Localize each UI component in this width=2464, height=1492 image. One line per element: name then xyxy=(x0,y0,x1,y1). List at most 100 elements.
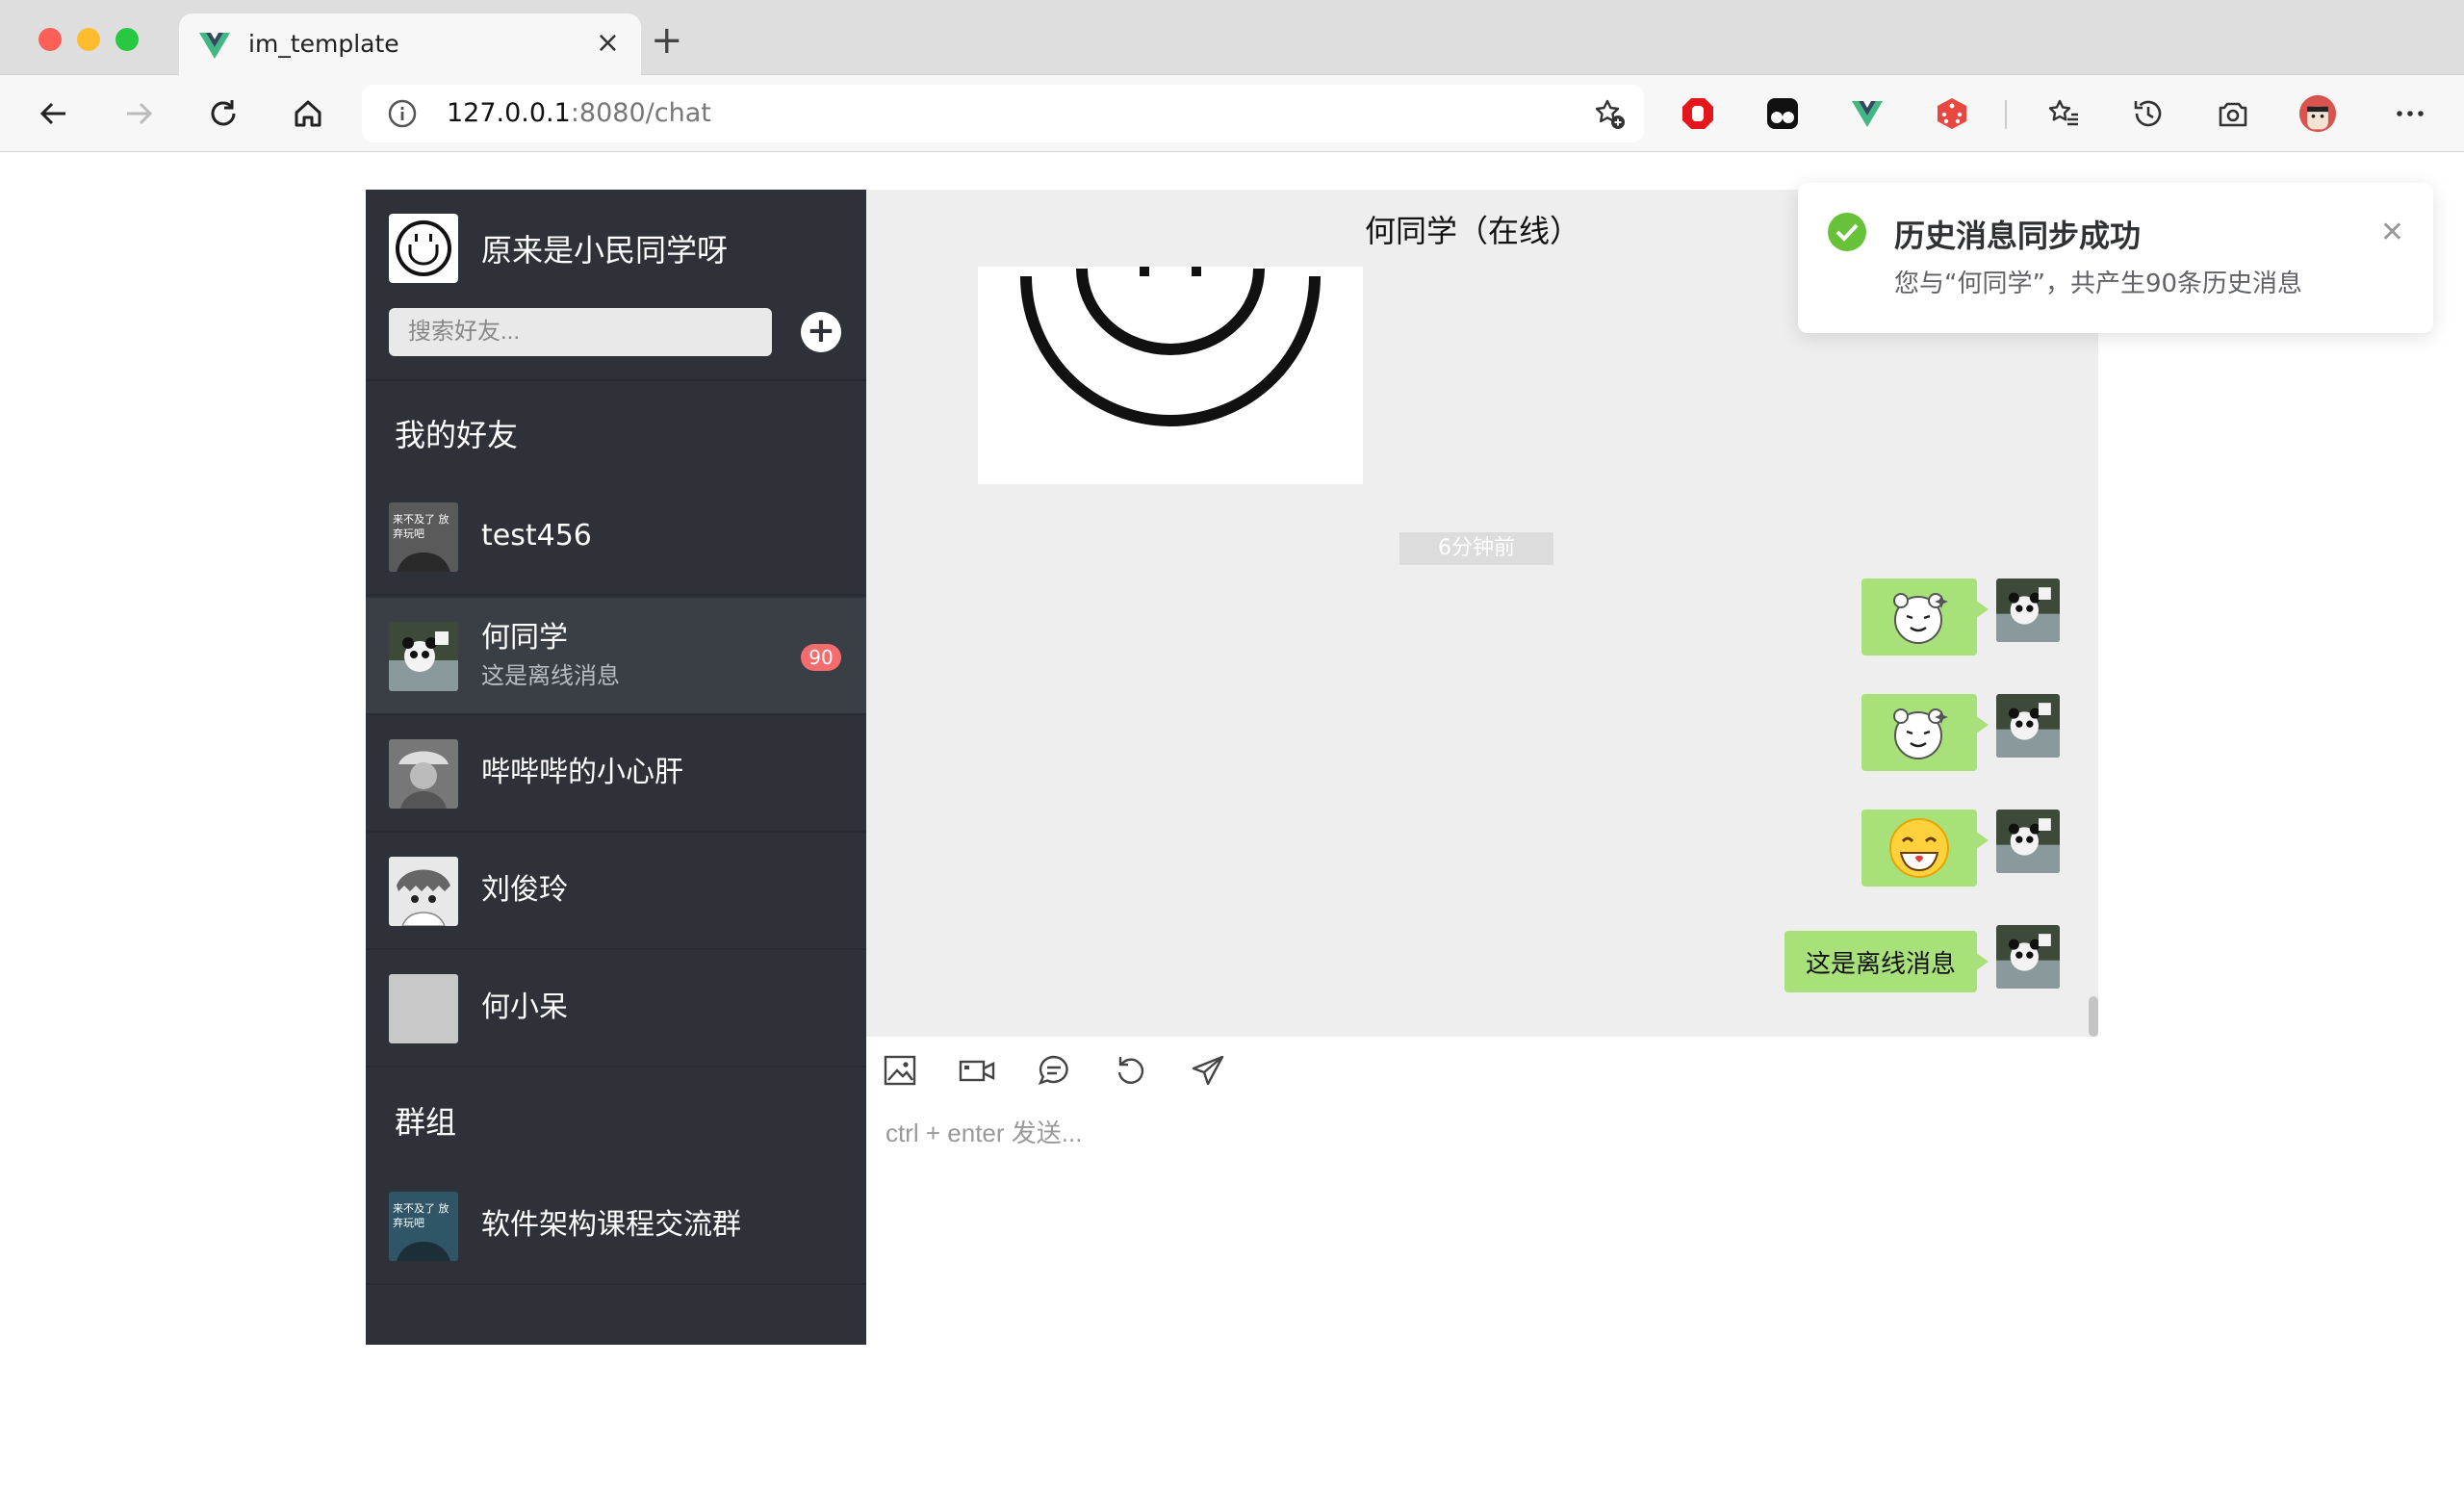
notification-message: 您与“何同学”，共产生90条历史消息 xyxy=(1894,270,2303,298)
vue-logo-icon xyxy=(199,33,230,59)
message-row xyxy=(1810,810,2060,887)
home-button[interactable] xyxy=(285,90,331,137)
toolbar-separator xyxy=(2005,100,2007,129)
send-image-button[interactable] xyxy=(876,1046,924,1094)
emoji-message[interactable] xyxy=(1861,810,1989,887)
sender-avatar[interactable] xyxy=(1996,579,2060,642)
opera-avatar-icon xyxy=(389,739,458,809)
friend-avatar: 来不及了 放弃玩吧 xyxy=(389,502,458,572)
maximize-window-button[interactable] xyxy=(116,28,139,51)
user-avatar[interactable] xyxy=(389,214,458,283)
browser-toolbar: 127.0.0.1:8080/chat xyxy=(0,75,2464,152)
friend-name: 何小呆 xyxy=(481,990,568,1024)
add-friend-button[interactable]: + xyxy=(801,312,841,352)
tampermonkey-icon xyxy=(1767,98,1798,129)
new-tab-button[interactable]: + xyxy=(651,21,683,60)
close-window-button[interactable] xyxy=(38,28,62,51)
vue-icon xyxy=(1852,101,1883,127)
history-icon xyxy=(2134,100,2162,127)
panda-avatar-icon xyxy=(1996,925,2060,989)
sticker-message[interactable] xyxy=(1861,579,1989,656)
send-button[interactable] xyxy=(1184,1046,1232,1094)
reload-button[interactable] xyxy=(200,90,246,137)
collections-icon xyxy=(2219,102,2247,127)
message-row xyxy=(1810,579,2060,656)
address-url: 127.0.0.1:8080/chat xyxy=(447,98,711,129)
history-button[interactable] xyxy=(2129,94,2168,133)
friend-name: 哔哔哔的小心肝 xyxy=(481,756,683,789)
history-refresh-button[interactable] xyxy=(1107,1046,1155,1094)
image-message[interactable] xyxy=(978,267,1363,484)
sender-avatar[interactable] xyxy=(1996,925,2060,989)
tampermonkey-extension-icon[interactable] xyxy=(1763,94,1802,133)
groups-section-title: 群组 xyxy=(395,1104,457,1141)
dice-extension-icon[interactable] xyxy=(1933,94,1971,133)
divider xyxy=(366,379,866,381)
friend-item[interactable]: 何小呆 xyxy=(366,950,866,1068)
chat-app: 原来是小民同学呀 + 我的好友 来不及了 放弃玩吧 test456 何同学 这是… xyxy=(366,190,2098,1345)
close-tab-icon[interactable]: × xyxy=(596,27,620,60)
video-call-button[interactable] xyxy=(953,1046,1001,1094)
vue-devtools-extension-icon[interactable] xyxy=(1848,94,1886,133)
group-name: 软件架构课程交流群 xyxy=(481,1208,741,1242)
minimize-window-button[interactable] xyxy=(77,28,100,51)
comment-button[interactable] xyxy=(1030,1046,1078,1094)
search-friends-input[interactable] xyxy=(389,308,772,356)
chat-panel: 何同学（在线） 6分钟前 这是离线消息 ctrl + enter 发送... xyxy=(866,190,2098,1345)
favorite-add-icon[interactable] xyxy=(1592,96,1627,131)
smiley-face-image xyxy=(978,267,1363,484)
friend-item[interactable]: 刘俊玲 xyxy=(366,833,866,950)
notification-title: 历史消息同步成功 xyxy=(1894,218,2142,254)
user-name: 原来是小民同学呀 xyxy=(481,232,729,269)
address-path: :8080/chat xyxy=(570,98,711,128)
back-button[interactable] xyxy=(31,90,77,137)
sticker-message[interactable] xyxy=(1861,694,1989,771)
text-message[interactable]: 这是离线消息 xyxy=(1784,931,1989,992)
browser-tab-bar: im_template × + xyxy=(0,0,2464,75)
image-icon xyxy=(884,1055,916,1086)
address-bar[interactable]: 127.0.0.1:8080/chat xyxy=(362,85,1644,142)
success-check-icon xyxy=(1828,213,1866,251)
panda-avatar-icon xyxy=(1996,694,2060,758)
friend-item[interactable]: 来不及了 放弃玩吧 test456 xyxy=(366,478,866,596)
profile-avatar-icon xyxy=(2298,94,2337,133)
cube-icon xyxy=(1938,98,1966,129)
close-notification-icon[interactable]: ✕ xyxy=(2380,216,2404,249)
more-dots-icon xyxy=(2397,111,2424,116)
panda-avatar-icon xyxy=(1996,579,2060,642)
arrow-left-icon xyxy=(39,102,65,125)
current-user: 原来是小民同学呀 xyxy=(389,214,728,283)
reload-icon xyxy=(211,100,236,126)
forward-button[interactable] xyxy=(116,90,162,137)
browser-tab[interactable]: im_template × xyxy=(179,13,641,75)
collections-button[interactable] xyxy=(2214,94,2252,133)
message-composer xyxy=(866,1037,2098,1345)
group-item[interactable]: 来不及了 放弃玩吧 软件架构课程交流群 xyxy=(366,1168,866,1285)
smiley-face-icon xyxy=(396,220,451,276)
stop-hand-icon xyxy=(1682,98,1713,129)
home-icon xyxy=(295,100,321,127)
paper-plane-icon xyxy=(1192,1055,1224,1086)
arrow-right-icon xyxy=(127,102,153,125)
info-icon[interactable] xyxy=(387,98,418,129)
chat-bubble-icon xyxy=(1038,1055,1068,1086)
friend-item[interactable]: 哔哔哔的小心肝 xyxy=(366,715,866,833)
smiling-emoji-icon xyxy=(1889,818,1949,878)
friend-avatar-placeholder xyxy=(389,974,458,1043)
friend-name: 刘俊玲 xyxy=(481,873,568,907)
profile-button[interactable] xyxy=(2298,94,2337,133)
messages-scrollbar[interactable] xyxy=(2089,996,2098,1037)
message-input[interactable] xyxy=(886,1114,2079,1325)
adblock-extension-icon[interactable] xyxy=(1679,94,1717,133)
favorites-icon xyxy=(2048,99,2078,126)
message-timestamp: 6分钟前 xyxy=(1399,532,1553,565)
more-menu-button[interactable] xyxy=(2391,94,2429,133)
friend-item-active[interactable]: 何同学 这是离线消息 90 xyxy=(366,598,866,715)
favorites-button[interactable] xyxy=(2044,94,2083,133)
message-row: 这是离线消息 xyxy=(1752,925,2060,1002)
panda-avatar-icon xyxy=(389,622,458,691)
sender-avatar[interactable] xyxy=(1996,810,2060,873)
tab-title: im_template xyxy=(248,30,399,58)
unread-badge: 90 xyxy=(801,644,841,671)
sender-avatar[interactable] xyxy=(1996,694,2060,758)
